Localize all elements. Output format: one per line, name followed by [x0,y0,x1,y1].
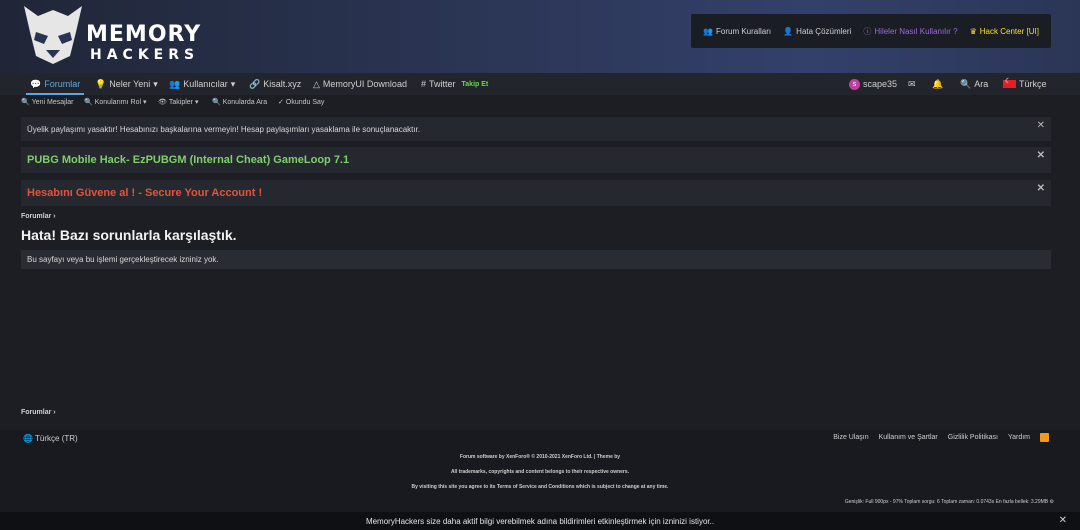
subnav-takipler[interactable]: 👁 Takipler ▾ [158,95,199,109]
breadcrumb-link[interactable]: Forumlar [21,213,51,220]
nav-tab-twitter[interactable]: # Twitter Takip Et [421,73,488,95]
site-logo[interactable]: MEMORY HACKERS [20,2,200,68]
footer-link-privacy[interactable]: Gizlilik Politikası [948,434,998,441]
subnav-yeni-mesajlar[interactable]: 🔍 Yeni Mesajlar [21,95,73,109]
header-quick-links: 👥 Forum Kuralları 👤 Hata Çözümleri ⓘ Hilele… [691,14,1051,48]
logo-text-hackers: HACKERS [90,47,200,63]
user-icon: 👤 [783,26,794,36]
breadcrumb: Forumlar › [21,213,56,220]
crown-icon: ♛ [969,26,977,36]
breadcrumb-bottom: Forumlar › [21,409,56,416]
footer-link-help[interactable]: Yardım [1008,434,1030,441]
footer-language-selector[interactable]: 🌐 Türkçe (TR) [23,434,78,443]
notice-text: Üyelik paylaşımı yasaktır! Hesabınızı ba… [27,124,421,134]
read-icon: ✓ [278,99,284,106]
notice-pubg-hack: PUBG Mobile Hack- EzPUBGM (Internal Chea… [21,147,1051,173]
page-title: Hata! Bazı sorunlarla karşılaştık. [21,227,237,243]
link-icon: 🔗 [249,78,261,89]
inbox-icon[interactable]: ✉ [908,73,916,95]
nav-tab-memoryui[interactable]: △ MemoryUI Download [313,73,407,95]
turkish-flag-icon [1003,77,1016,88]
nav-tab-kisalt[interactable]: 🔗 Kisalt.xyz [249,73,301,95]
search-icon: 🔍 [960,78,972,89]
breadcrumb-link[interactable]: Forumlar [21,409,51,416]
footer-link-contact[interactable]: Bize Ulaşın [833,434,868,441]
chevron-right-icon: › [53,409,56,416]
error-message: Bu sayfayı veya bu işlemi gerçekleştirec… [21,250,1051,269]
eye-icon: 👁 [158,99,167,106]
site-footer: 🌐 Türkçe (TR) Bize Ulaşın Kullanım ve Şa… [0,430,1080,512]
footer-links: Bize Ulaşın Kullanım ve Şartlar Gizlilik… [833,433,1049,442]
notification-permission-text: MemoryHackers size daha aktif bilgi vere… [365,516,715,526]
footer-link-terms[interactable]: Kullanım ve Şartlar [879,434,938,441]
users-icon: 👥 [169,78,181,89]
subnav-konularim-rol[interactable]: 🔍 Konularımı Rol ▾ [84,95,147,109]
triangle-icon: △ [313,78,320,89]
search-icon: 🔍 [84,99,93,106]
info-icon: ⓘ [863,26,872,36]
globe-icon: 🌐 [23,434,33,443]
search-button[interactable]: 🔍 Ara [960,73,988,95]
footer-trademarks: All trademarks, copyrights and content b… [450,469,630,475]
site-header: MEMORY HACKERS 👥 Forum Kuralları 👤 Hata Çö… [0,0,1080,73]
hack-center-link[interactable]: ♛ Hack Center [UI] [970,27,1039,36]
notice-account-sharing: Üyelik paylaşımı yasaktır! Hesabınızı ba… [21,117,1051,141]
chevron-down-icon: ▾ [195,99,199,106]
close-icon[interactable]: ✕ [1037,120,1045,131]
chevron-right-icon: › [53,213,56,220]
rss-icon[interactable] [1040,433,1049,442]
search-icon: 🔍 [21,99,30,106]
nav-tab-neler-yeni[interactable]: 💡 Neler Yeni ▾ [95,73,158,95]
close-icon[interactable]: ✕ [1059,515,1067,526]
logo-text-memory: MEMORY [86,22,202,47]
nav-tab-forumlar[interactable]: 💬 Forumlar [25,73,85,95]
avatar: s [849,78,860,90]
user-menu[interactable]: s scape35 [849,73,897,95]
close-icon[interactable]: ✕ [1037,183,1045,194]
notification-permission-bar: MemoryHackers size daha aktif bilgi vere… [0,512,1080,530]
sub-nav: 🔍 Yeni Mesajlar 🔍 Konularımı Rol ▾ 👁 Takiple… [0,95,1080,109]
subnav-okundu-say[interactable]: ✓ Okundu Say [278,95,324,109]
search-icon: 🔍 [212,99,221,106]
footer-terms-notice: By visiting this site you agree to its T… [411,484,669,490]
forum-rules-link[interactable]: 👥 Forum Kuralları [703,27,771,36]
chevron-down-icon: ▾ [153,78,158,89]
cheat-usage-link[interactable]: ⓘ Hileler Nasıl Kullanılır ? [863,26,957,37]
close-icon[interactable]: ✕ [1037,150,1045,161]
subnav-konularda-ara[interactable]: 🔍 Konularda Ara [212,95,267,109]
bell-icon[interactable]: 🔔 [932,73,943,95]
footer-copyright: Forum software by XenForo® © 2010-2021 X… [459,454,621,460]
chevron-down-icon: ▾ [143,99,147,106]
footer-stats: Genişlik: Full 900px - 97% Toplam sorgu:… [844,499,1054,505]
main-nav: 💬 Forumlar 💡 Neler Yeni ▾ 👥 Kullanıcılar ▾ 🔗 K… [0,73,1080,95]
users-icon: 👥 [703,26,713,36]
notice-link[interactable]: Hesabını Güvene al ! - Secure Your Accou… [27,187,262,199]
chat-icon: 💬 [30,78,42,89]
notice-link[interactable]: PUBG Mobile Hack- EzPUBGM (Internal Chea… [27,154,349,166]
notice-secure-account: Hesabını Güvene al ! - Secure Your Accou… [21,180,1051,206]
nav-tab-kullanicilar[interactable]: 👥 Kullanıcılar ▾ [169,73,235,95]
lightbulb-icon: 💡 [95,78,107,89]
gear-icon[interactable]: ⚙ [1050,499,1054,505]
chevron-down-icon: ▾ [230,78,236,89]
demon-logo-icon [24,6,82,64]
hashtag-icon: # [421,79,427,89]
language-selector[interactable]: Türkçe [1003,73,1047,95]
follow-badge: Takip Et [461,80,489,88]
error-solutions-link[interactable]: 👤 Hata Çözümleri [783,27,851,36]
